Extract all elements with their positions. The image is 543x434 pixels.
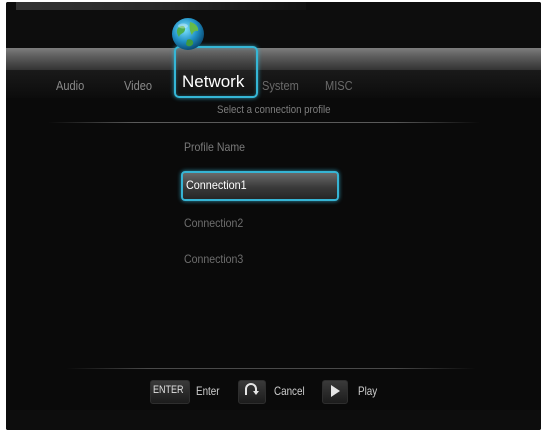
tab-video[interactable]: Video <box>124 78 152 93</box>
profile-name-header: Profile Name <box>184 140 246 154</box>
screen: Audio Video Network System MISC Select a… <box>0 0 543 434</box>
tab-audio[interactable]: Audio <box>56 78 84 93</box>
menu-bar <box>6 48 541 70</box>
enter-key-label: ENTER <box>153 384 184 396</box>
enter-hint: Enter <box>196 384 220 398</box>
play-icon <box>331 385 340 397</box>
cancel-hint: Cancel <box>274 384 305 398</box>
tab-system[interactable]: System <box>262 78 299 93</box>
globe-icon <box>172 18 204 50</box>
tv-menu-screen: Audio Video Network System MISC Select a… <box>6 2 541 430</box>
tab-misc[interactable]: MISC <box>325 78 353 93</box>
divider <box>48 122 480 123</box>
top-smudge <box>16 2 306 10</box>
bottom-divider <box>66 368 476 369</box>
play-hint: Play <box>358 384 378 398</box>
page-subtitle: Select a connection profile <box>217 104 331 116</box>
tab-network[interactable]: Network <box>182 72 244 92</box>
profile-item-connection2[interactable]: Connection2 <box>184 216 243 230</box>
profile-item-connection1[interactable]: Connection1 <box>186 178 247 192</box>
bottom-band <box>6 410 541 430</box>
profile-item-connection3[interactable]: Connection3 <box>184 252 243 266</box>
back-arrow-icon <box>245 383 259 395</box>
